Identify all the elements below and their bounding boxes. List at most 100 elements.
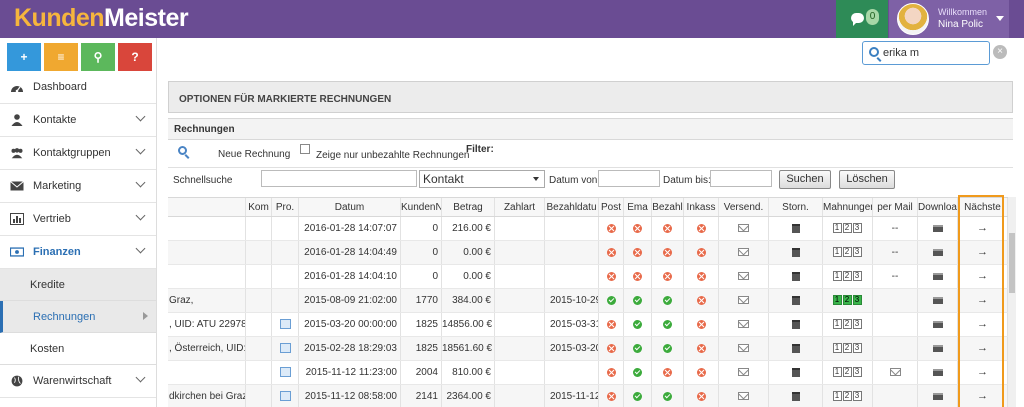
cross-icon[interactable] (633, 271, 642, 281)
table-row[interactable]: 2016-01-28 14:07:07 0 216.00 €1 2 3 -- → (168, 217, 1008, 241)
table-row[interactable]: 2016-01-28 14:04:49 0 0.00 €1 2 3 -- → (168, 241, 1008, 265)
column-header[interactable]: Bezahldatu (545, 198, 599, 216)
clear-button[interactable]: Löschen (839, 170, 895, 189)
sidebar-subitem-kosten[interactable]: Kosten (0, 333, 156, 365)
sidebar-subitem-rechnungen[interactable]: Rechnungen (0, 301, 156, 333)
column-header[interactable]: Kom (246, 198, 272, 216)
reminder-level-3[interactable]: 3 (852, 247, 862, 258)
trash-icon[interactable] (791, 391, 800, 401)
column-header[interactable]: Ema (624, 198, 652, 216)
add-button[interactable]: + (7, 43, 41, 71)
reminder-level-1[interactable]: 1 (832, 391, 842, 402)
reminder-level-1[interactable]: 1 (832, 319, 842, 330)
cross-icon[interactable] (696, 319, 706, 329)
reminder-level-1[interactable]: 1 (832, 367, 842, 378)
table-row[interactable]: , Österreich, UID: A2015-02-28 18:29:031… (168, 337, 1008, 361)
cross-icon[interactable] (696, 295, 706, 305)
column-header[interactable]: Datum (299, 198, 401, 216)
app-logo[interactable]: KundenMeister (14, 4, 189, 33)
printer-icon[interactable] (932, 248, 943, 256)
chat-button[interactable]: 0 (836, 0, 888, 38)
envelope-icon[interactable] (738, 248, 749, 257)
new-invoice-link[interactable]: Neue Rechnung (218, 149, 290, 160)
column-header[interactable]: Post (599, 198, 624, 216)
column-header[interactable]: Storn. (769, 198, 823, 216)
cross-icon[interactable] (696, 391, 706, 401)
printer-icon[interactable] (932, 296, 943, 304)
cross-icon[interactable] (696, 343, 706, 353)
printer-icon[interactable] (932, 368, 943, 376)
column-header[interactable]: Inkass (684, 198, 719, 216)
check-icon[interactable] (663, 319, 672, 329)
search-icon[interactable] (178, 146, 187, 155)
column-header[interactable]: Versend. (719, 198, 769, 216)
check-icon[interactable] (633, 343, 642, 353)
printer-icon[interactable] (932, 272, 943, 280)
check-icon[interactable] (663, 391, 672, 401)
column-header[interactable]: Zahlart (495, 198, 545, 216)
table-row[interactable]: , UID: ATU 229784 2015-03-20 00:00:00 1825… (168, 313, 1008, 337)
options-panel[interactable]: OPTIONEN FÜR MARKIERTE RECHNUNGEN (168, 81, 1013, 113)
cross-icon[interactable] (606, 391, 616, 401)
cross-icon[interactable] (606, 367, 616, 377)
check-icon[interactable] (633, 319, 642, 329)
column-header[interactable]: Bezahl (652, 198, 684, 216)
document-icon[interactable] (279, 319, 291, 330)
cross-icon[interactable] (696, 367, 706, 377)
column-header[interactable]: KundenN (401, 198, 442, 216)
cross-icon[interactable] (696, 223, 706, 233)
table-row[interactable]: 2016-01-28 14:04:10 0 0.00 €1 2 3 -- → (168, 265, 1008, 289)
cross-icon[interactable] (663, 247, 672, 257)
reminder-level-2[interactable]: 2 (842, 391, 852, 402)
user-menu[interactable]: Willkommen Nina Polic (889, 0, 1009, 38)
reminder-level-1[interactable]: 1 (832, 223, 842, 234)
reminder-level-1[interactable]: 1 (832, 271, 842, 282)
reminder-level-1[interactable]: 1 (832, 247, 842, 258)
envelope-icon[interactable] (889, 368, 901, 377)
trash-icon[interactable] (791, 223, 800, 233)
check-icon[interactable] (633, 391, 642, 401)
column-header[interactable]: per Mail (873, 198, 918, 216)
reminder-level-1[interactable]: 1 (832, 343, 842, 354)
printer-icon[interactable] (932, 344, 943, 352)
document-icon[interactable] (279, 367, 291, 378)
sidebar-item-kontakte[interactable]: Kontakte (0, 104, 156, 137)
printer-icon[interactable] (932, 320, 943, 328)
sidebar-item-dashboard[interactable]: Dashboard (0, 71, 156, 104)
reminder-level-3[interactable]: 3 (852, 391, 862, 402)
reminder-level-3[interactable]: 3 (852, 295, 862, 306)
contact-select[interactable]: Kontakt (419, 170, 545, 188)
help-button[interactable]: ? (118, 43, 152, 71)
cross-icon[interactable] (606, 223, 616, 233)
sidebar-item-kontaktgruppen[interactable]: Kontaktgruppen (0, 137, 156, 170)
sidebar-subitem-kredite[interactable]: Kredite (0, 269, 156, 301)
column-header[interactable]: Pro. (272, 198, 299, 216)
reminder-level-2[interactable]: 2 (842, 367, 852, 378)
sidebar-item-finanzen[interactable]: Finanzen (0, 236, 156, 269)
envelope-icon[interactable] (738, 320, 749, 329)
sidebar-item-warenwirtschaft[interactable]: Warenwirtschaft (0, 365, 156, 398)
messages-button[interactable]: ≡ (44, 43, 78, 71)
search-input[interactable] (883, 45, 983, 61)
trash-icon[interactable] (791, 343, 800, 353)
column-header[interactable]: Mahnunger (823, 198, 873, 216)
trash-icon[interactable] (791, 247, 800, 257)
envelope-icon[interactable] (738, 392, 749, 401)
check-icon[interactable] (663, 295, 672, 305)
reminder-level-2[interactable]: 2 (842, 295, 852, 306)
check-icon[interactable] (606, 295, 616, 305)
table-row[interactable]: Graz, 2015-08-09 21:02:00 1770 384.00 € 2015… (168, 289, 1008, 313)
reminder-level-3[interactable]: 3 (852, 271, 862, 282)
envelope-icon[interactable] (738, 296, 749, 305)
cross-icon[interactable] (663, 367, 672, 377)
reminder-level-2[interactable]: 2 (842, 247, 852, 258)
table-scrollbar[interactable] (1008, 197, 1016, 407)
global-search[interactable] (862, 41, 990, 65)
check-icon[interactable] (633, 367, 642, 377)
cross-icon[interactable] (696, 271, 706, 281)
cross-icon[interactable] (663, 223, 672, 233)
column-header[interactable]: Downloa (918, 198, 958, 216)
document-icon[interactable] (279, 343, 291, 354)
reminder-level-3[interactable]: 3 (852, 319, 862, 330)
reminder-level-2[interactable]: 2 (842, 223, 852, 234)
